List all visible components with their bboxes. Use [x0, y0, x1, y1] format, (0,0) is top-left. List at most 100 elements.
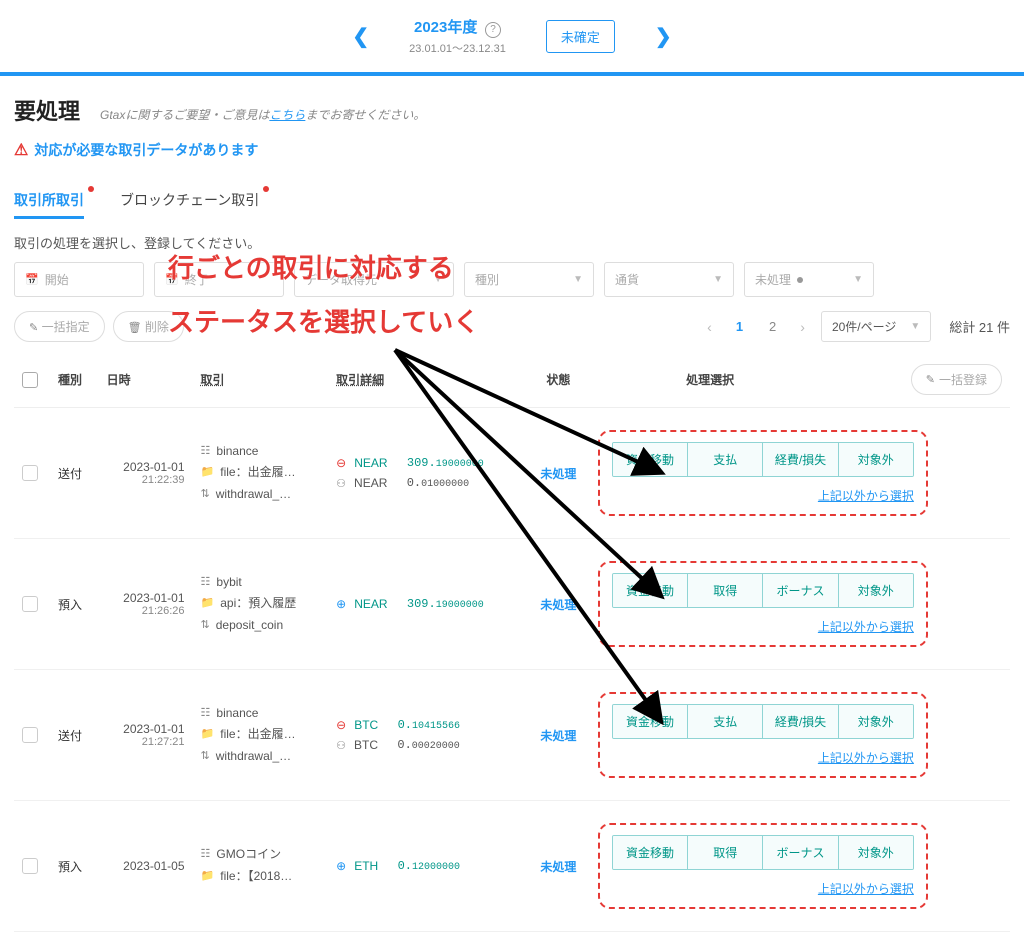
choice-button[interactable]: 支払	[688, 443, 763, 476]
transfer-icon: ⇅	[201, 485, 210, 505]
cell-transaction: ☷ GMOコイン📁 file：【2018…	[193, 801, 329, 932]
page-subtitle: Gtaxに関するご要望・ご意見はこちらまでお寄せください。	[100, 106, 425, 123]
col-datetime: 日時	[99, 352, 193, 408]
cell-type: 送付	[50, 408, 99, 539]
plus-circle-icon: ⊕	[336, 597, 346, 611]
table-row: 預入2023-01-05☷ GMOコイン📁 file：【2018…⊕ ETH 0…	[14, 801, 1010, 932]
cell-process: 資金移動支払経費/損失対象外上記以外から選択	[590, 408, 1010, 539]
annotation-line1: 行ごとの取引に対応する	[168, 248, 454, 285]
choice-other-link[interactable]: 上記以外から選択	[818, 489, 914, 503]
warning-icon: ⚠	[14, 140, 28, 160]
choice-button[interactable]: 取得	[688, 574, 763, 607]
cell-status: 未処理	[527, 801, 590, 932]
page-size-select[interactable]: 20件/ページ▼	[821, 311, 931, 342]
exchange-icon: ☷	[201, 573, 211, 593]
help-icon[interactable]: ?	[485, 22, 501, 38]
cell-datetime: 2023-01-0121:26:26	[99, 539, 193, 670]
col-transaction[interactable]: 取引	[193, 352, 329, 408]
choice-other-link[interactable]: 上記以外から選択	[818, 620, 914, 634]
choice-other-link[interactable]: 上記以外から選択	[818, 751, 914, 765]
filter-currency[interactable]: 通貨▼	[604, 262, 734, 297]
transfer-icon: ⇅	[201, 747, 210, 767]
cell-process: 資金移動取得ボーナス対象外上記以外から選択	[590, 801, 1010, 932]
minus-circle-icon: ⊖	[336, 718, 346, 732]
cell-status: 未処理	[527, 539, 590, 670]
total-count: 総計 21 件	[949, 317, 1010, 336]
top-year-bar: ❮ 2023年度 ? 23.01.01～23.12.31 未確定 ❯	[0, 0, 1024, 76]
cell-status: 未処理	[527, 670, 590, 801]
tab-exchange[interactable]: 取引所取引	[14, 190, 84, 219]
cell-datetime: 2023-01-0121:27:21	[99, 670, 193, 801]
annotation-line2: ステータスを選択していく	[168, 302, 479, 339]
bulk-select-button[interactable]: ✎ 一括指定	[14, 311, 105, 342]
row-checkbox[interactable]	[22, 727, 38, 743]
fee-icon: ⚇	[336, 477, 346, 490]
col-status: 状態	[527, 352, 590, 408]
transfer-icon: ⇅	[201, 616, 210, 636]
table-row: 送付2023-01-0121:27:21☷ binance📁 file：出金履……	[14, 670, 1010, 801]
tab-notification-dot	[88, 186, 94, 192]
year-prev-chevron[interactable]: ❮	[352, 24, 369, 49]
row-checkbox[interactable]	[22, 596, 38, 612]
col-process: 処理選択 ✎一括登録	[590, 352, 1010, 408]
choice-button[interactable]: 資金移動	[613, 705, 688, 738]
folder-icon: 📁	[201, 594, 215, 614]
page-title: 要処理	[14, 94, 80, 126]
row-checkbox[interactable]	[22, 858, 38, 874]
cell-transaction: ☷ binance📁 file：出金履…⇅ withdrawal_…	[193, 670, 329, 801]
choice-button[interactable]: 経費/損失	[763, 443, 838, 476]
tab-blockchain[interactable]: ブロックチェーン取引	[120, 190, 259, 219]
select-all-checkbox[interactable]	[22, 372, 38, 388]
edit-icon: ✎	[926, 373, 935, 386]
status-dot-icon	[797, 277, 803, 283]
folder-icon: 📁	[201, 463, 215, 483]
year-next-chevron[interactable]: ❯	[655, 24, 672, 49]
choice-button[interactable]: 対象外	[839, 705, 913, 738]
bulk-register-button[interactable]: ✎一括登録	[911, 364, 1002, 395]
choice-group: 資金移動支払経費/損失対象外上記以外から選択	[598, 430, 928, 516]
choice-button[interactable]: 経費/損失	[763, 705, 838, 738]
choice-button[interactable]: 資金移動	[613, 574, 688, 607]
pager-page-1[interactable]: 1	[728, 315, 751, 338]
year-label: 2023年度	[414, 19, 477, 36]
chevron-down-icon: ▼	[910, 321, 920, 332]
choice-button[interactable]: 対象外	[839, 574, 913, 607]
choice-button[interactable]: ボーナス	[763, 574, 838, 607]
filter-status[interactable]: 未処理 ▼	[744, 262, 874, 297]
choice-button[interactable]: 支払	[688, 705, 763, 738]
col-type: 種別	[50, 352, 99, 408]
table-row: 預入2023-01-0121:26:26☷ bybit📁 api：預入履歴⇅ d…	[14, 539, 1010, 670]
cell-transaction: ☷ binance📁 file：出金履…⇅ withdrawal_…	[193, 408, 329, 539]
chevron-down-icon: ▼	[713, 274, 723, 285]
col-detail[interactable]: 取引詳細	[328, 352, 527, 408]
minus-circle-icon: ⊖	[336, 456, 346, 470]
filter-start-date[interactable]: 📅開始	[14, 262, 144, 297]
exchange-icon: ☷	[201, 442, 211, 462]
exchange-icon: ☷	[201, 845, 211, 865]
exchange-icon: ☷	[201, 704, 211, 724]
pager-page-2[interactable]: 2	[761, 315, 784, 338]
year-range: 23.01.01～23.12.31	[409, 40, 506, 56]
pager-next[interactable]: ›	[794, 315, 811, 339]
choice-other-link[interactable]: 上記以外から選択	[818, 882, 914, 896]
feedback-link[interactable]: こちら	[269, 108, 305, 122]
cell-process: 資金移動支払経費/損失対象外上記以外から選択	[590, 670, 1010, 801]
trash-icon: 🗑	[128, 322, 142, 334]
cell-type: 送付	[50, 670, 99, 801]
row-checkbox[interactable]	[22, 465, 38, 481]
tab-notification-dot	[263, 186, 269, 192]
choice-button[interactable]: 対象外	[839, 443, 913, 476]
filter-type[interactable]: 種別▼	[464, 262, 594, 297]
cell-transaction: ☷ bybit📁 api：預入履歴⇅ deposit_coin	[193, 539, 329, 670]
instruction-text: 取引の処理を選択し、登録してください。	[14, 233, 1010, 252]
choice-group: 資金移動支払経費/損失対象外上記以外から選択	[598, 692, 928, 778]
status-badge[interactable]: 未確定	[546, 20, 615, 53]
chevron-down-icon: ▼	[853, 274, 863, 285]
edit-icon: ✎	[29, 322, 38, 334]
plus-circle-icon: ⊕	[336, 859, 346, 873]
cell-type: 預入	[50, 539, 99, 670]
pager-prev[interactable]: ‹	[701, 315, 718, 339]
choice-group: 資金移動取得ボーナス対象外上記以外から選択	[598, 823, 928, 909]
choice-button[interactable]: 資金移動	[613, 443, 688, 476]
cell-detail: ⊕ ETH 0.12000000	[328, 801, 527, 932]
